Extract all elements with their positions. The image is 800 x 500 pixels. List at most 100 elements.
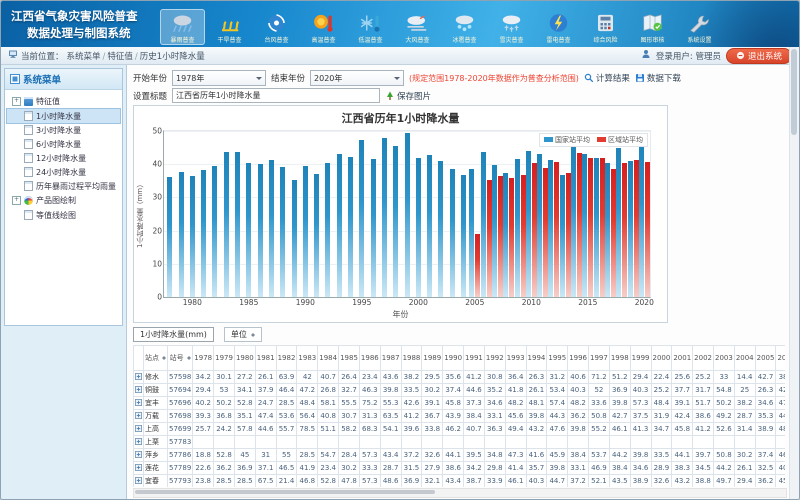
bar-national-2001[interactable] <box>427 155 432 297</box>
bar-national-1995[interactable] <box>359 140 364 297</box>
breadcrumb-item[interactable]: 特征值 <box>107 52 133 62</box>
bar-regional-2005[interactable] <box>475 234 480 297</box>
bar-regional-2007[interactable] <box>498 176 503 297</box>
breadcrumb-item[interactable]: 系统菜单 <box>67 52 101 62</box>
bar-national-1979[interactable] <box>179 172 184 298</box>
vertical-scrollbar-thumb[interactable] <box>791 49 797 135</box>
bar-regional-2012[interactable] <box>554 162 559 298</box>
bar-national-1984[interactable] <box>235 152 240 297</box>
bar-national-1982[interactable] <box>212 166 217 297</box>
bar-national-1993[interactable] <box>337 154 342 297</box>
bar-national-2014[interactable] <box>571 145 576 297</box>
bar-national-1992[interactable] <box>325 163 330 298</box>
bar-regional-2016[interactable] <box>600 158 605 297</box>
bar-regional-2019[interactable] <box>634 160 639 297</box>
bar-national-1998[interactable] <box>393 146 398 297</box>
nav-item-lightning[interactable]: 雷电普查 <box>536 9 581 45</box>
bar-national-1994[interactable] <box>348 157 353 297</box>
nav-item-audit[interactable]: 图形审核 <box>630 9 675 45</box>
table-row[interactable]: 万载5769839.336.835.147.453.656.440.830.73… <box>134 410 786 423</box>
bar-national-2002[interactable] <box>438 161 443 297</box>
horizontal-scrollbar-thumb[interactable] <box>135 490 435 494</box>
bar-national-1996[interactable] <box>371 159 376 297</box>
nav-item-snow[interactable]: 雪灾普查 <box>489 9 534 45</box>
bar-national-2007[interactable] <box>492 165 497 297</box>
bar-regional-2010[interactable] <box>532 163 537 298</box>
horizontal-scrollbar[interactable] <box>133 488 787 498</box>
download-button[interactable]: 数据下载 <box>635 72 681 84</box>
nav-item-hightemp[interactable]: 高温普查 <box>301 9 346 45</box>
row-expand-cell[interactable] <box>134 384 144 397</box>
bar-national-1997[interactable] <box>382 138 387 297</box>
nav-item-risk[interactable]: 综合风险 <box>583 9 628 45</box>
bar-regional-2011[interactable] <box>543 168 548 298</box>
bar-regional-2015[interactable] <box>588 158 593 297</box>
bar-national-2000[interactable] <box>416 158 421 297</box>
table-row[interactable]: 莲花5778922.636.236.937.146.541.923.430.23… <box>134 462 786 475</box>
bar-national-1991[interactable] <box>314 174 319 298</box>
end-year-select[interactable]: 2020年 <box>310 70 404 86</box>
start-year-select[interactable]: 1978年 <box>172 70 266 86</box>
table-row[interactable]: 修水5759834.230.127.226.163.94240.726.423.… <box>134 371 786 384</box>
sidebar-item-1小时降水量[interactable]: 1小时降水量 <box>7 109 120 123</box>
row-expand-cell[interactable] <box>134 436 144 449</box>
bar-national-1986[interactable] <box>258 164 263 297</box>
bar-national-1978[interactable] <box>167 177 172 297</box>
row-expand-cell[interactable] <box>134 397 144 410</box>
unit-filter[interactable]: 单位 <box>224 327 262 342</box>
bar-regional-2017[interactable] <box>611 169 616 297</box>
bar-national-2019[interactable] <box>628 161 633 298</box>
row-expand-cell[interactable] <box>134 449 144 462</box>
nav-item-wind[interactable]: 大风普查 <box>395 9 440 45</box>
nav-item-drought[interactable]: 干旱普查 <box>207 9 252 45</box>
breadcrumb-item[interactable]: 历史1小时降水量 <box>140 52 205 62</box>
table-row[interactable]: 宜春5779323.828.528.567.521.446.852.847.85… <box>134 475 786 488</box>
expand-icon[interactable]: + <box>12 97 21 106</box>
bar-national-2013[interactable] <box>560 175 565 298</box>
table-row[interactable]: 上栗57783 <box>134 436 786 449</box>
table-row[interactable]: 萍乡5778618.852.845315528.554.728.457.343.… <box>134 449 786 462</box>
bar-national-1981[interactable] <box>201 170 206 297</box>
bar-national-2020[interactable] <box>639 141 644 297</box>
bar-national-2004[interactable] <box>461 175 466 298</box>
sidebar-item-3小时降水量[interactable]: 3小时降水量 <box>7 123 120 137</box>
bar-national-1987[interactable] <box>269 160 274 297</box>
bar-national-2009[interactable] <box>515 159 520 297</box>
table-row[interactable]: 铜鼓5769429.45334.137.946.447.226.832.746.… <box>134 384 786 397</box>
nav-item-lowtemp[interactable]: 低温普查 <box>348 9 393 45</box>
sidebar-item-6小时降水量[interactable]: 6小时降水量 <box>7 137 120 151</box>
bar-national-2015[interactable] <box>582 154 587 297</box>
bar-national-1983[interactable] <box>224 152 229 297</box>
sidebar-group-2[interactable]: +产品图绘制 <box>7 193 120 208</box>
chart-title-input[interactable] <box>172 88 380 103</box>
sidebar-item-24小时降水量[interactable]: 24小时降水量 <box>7 165 120 179</box>
nav-item-rain[interactable]: 暴雨普查 <box>160 9 205 45</box>
row-expand-cell[interactable] <box>134 475 144 488</box>
bar-national-1989[interactable] <box>292 180 297 298</box>
save-image-button[interactable]: 保存图片 <box>385 90 431 102</box>
bar-national-2018[interactable] <box>616 148 621 297</box>
bar-national-1999[interactable] <box>405 133 410 297</box>
bar-national-2012[interactable] <box>548 160 553 297</box>
bar-regional-2014[interactable] <box>577 153 582 297</box>
bar-regional-2009[interactable] <box>521 175 526 298</box>
sidebar-item-历年暴雨过程平均雨量[interactable]: 历年暴雨过程平均雨量 <box>7 179 120 193</box>
bar-national-2016[interactable] <box>594 158 599 297</box>
station-column-header[interactable]: 站点 <box>144 346 168 371</box>
bar-national-1985[interactable] <box>246 163 251 297</box>
table-row[interactable]: 上高5769925.724.257.844.655.778.551.158.26… <box>134 423 786 436</box>
bar-national-1990[interactable] <box>303 166 308 297</box>
bar-regional-2006[interactable] <box>487 180 492 297</box>
bar-national-2008[interactable] <box>503 173 508 297</box>
row-expand-cell[interactable] <box>134 462 144 475</box>
bar-national-2011[interactable] <box>537 154 542 297</box>
sidebar-group-1[interactable]: +特征值 <box>7 94 120 109</box>
table-row[interactable]: 宜丰5769640.250.252.824.728.548.458.155.57… <box>134 397 786 410</box>
row-expand-cell[interactable] <box>134 410 144 423</box>
row-expand-cell[interactable] <box>134 423 144 436</box>
nav-item-hail[interactable]: 冰雹普查 <box>442 9 487 45</box>
station-id-column-header[interactable]: 站号 <box>168 346 193 371</box>
vertical-scrollbar[interactable] <box>789 47 799 499</box>
bar-national-2017[interactable] <box>605 163 610 298</box>
bar-national-2003[interactable] <box>450 169 455 297</box>
